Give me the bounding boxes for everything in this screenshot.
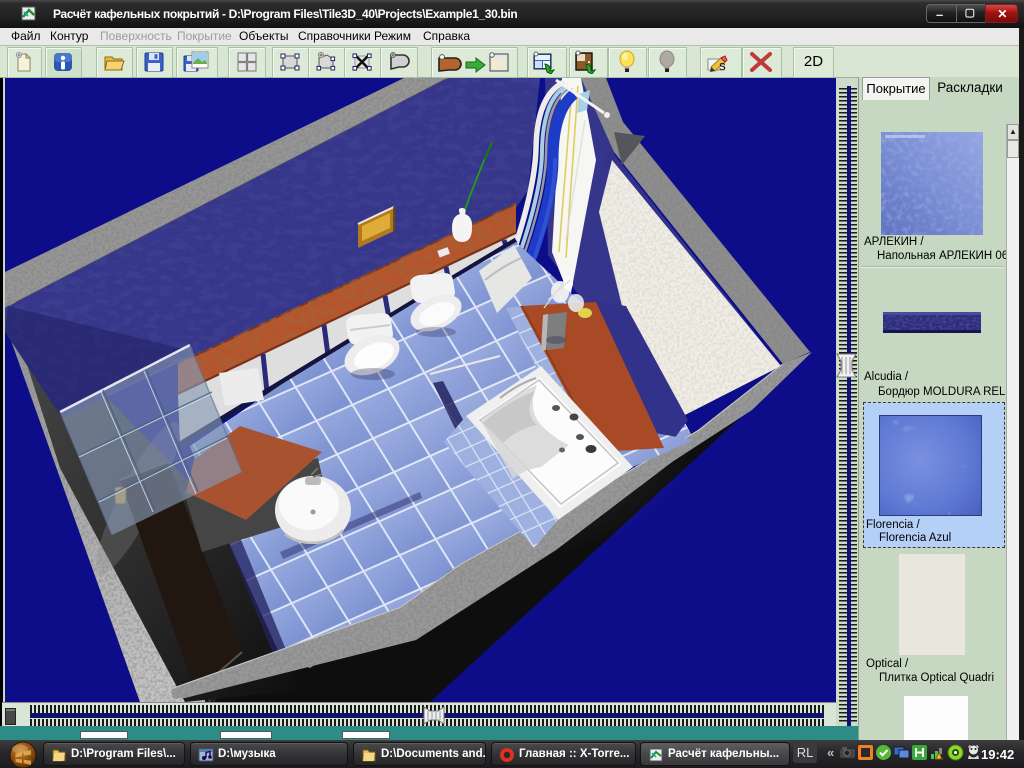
svg-text:S: S	[719, 62, 726, 73]
svg-text:!: !	[940, 755, 942, 761]
